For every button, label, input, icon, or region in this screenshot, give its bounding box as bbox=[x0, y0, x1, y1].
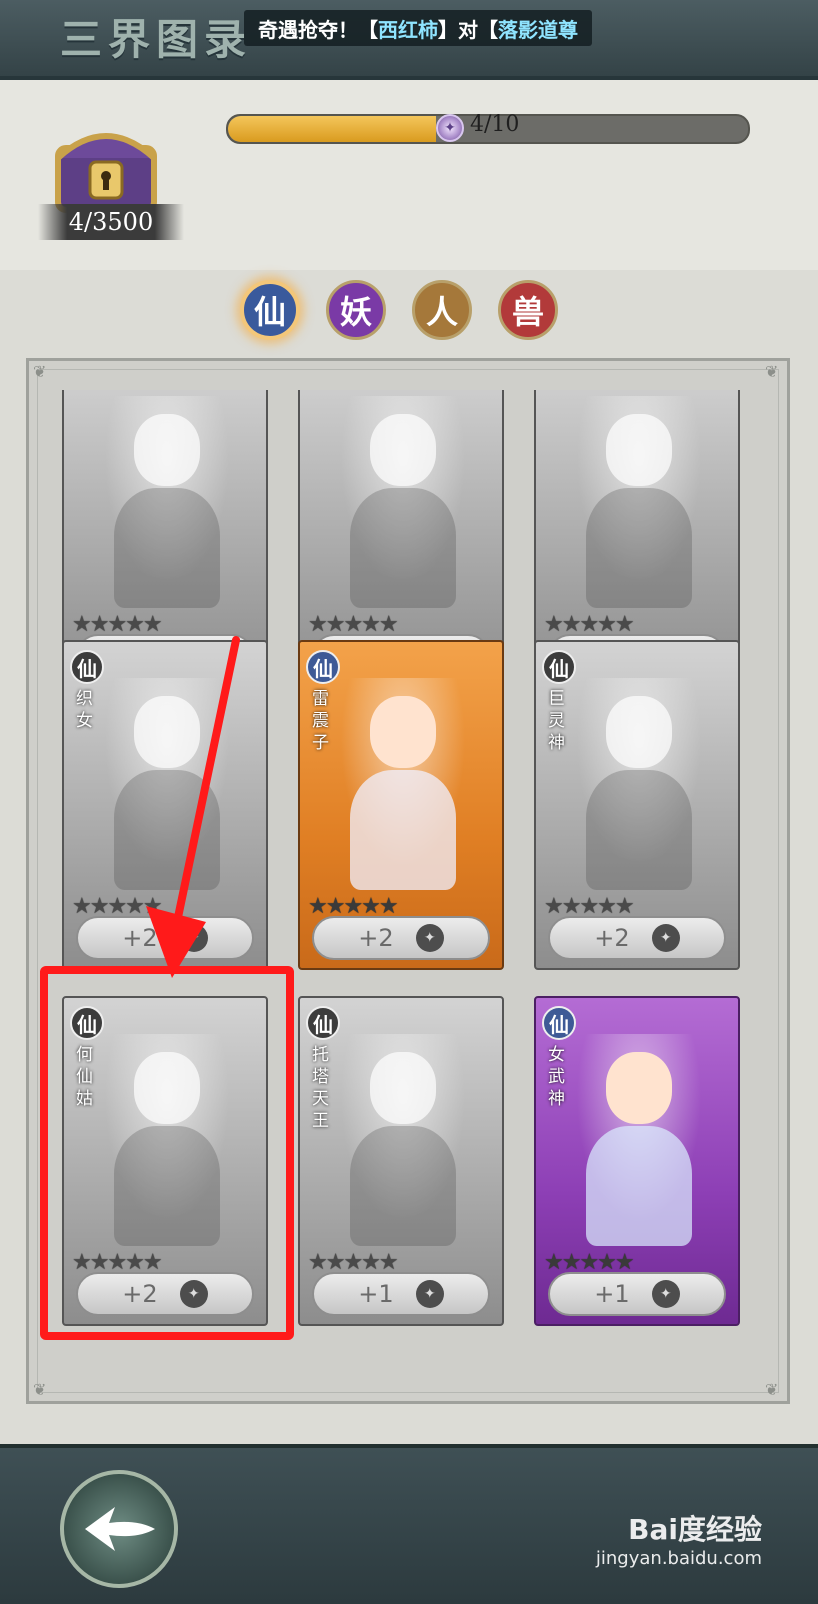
hero-card[interactable]: 仙女武神 ★★★★★ +1 ✦ bbox=[534, 996, 740, 1326]
watermark-brand: Bai度经验 bbox=[628, 1513, 762, 1546]
hero-portrait bbox=[330, 1034, 476, 1246]
hero-body bbox=[114, 488, 220, 608]
bonus-value: +2 bbox=[358, 924, 394, 952]
hero-head bbox=[370, 696, 436, 768]
bonus-plate: +2 ✦ bbox=[312, 916, 490, 960]
hero-head bbox=[370, 414, 436, 486]
bottom-bar: Bai度经验 jingyan.baidu.com bbox=[0, 1444, 818, 1604]
hero-body bbox=[350, 488, 456, 608]
highlight-box bbox=[40, 966, 294, 1340]
hero-portrait bbox=[94, 396, 240, 608]
hero-card[interactable]: 仙雷震子 ★★★★★ +2 ✦ bbox=[298, 640, 504, 970]
bonus-plate: +1 ✦ bbox=[548, 1272, 726, 1316]
hero-head bbox=[134, 696, 200, 768]
baidu-watermark: Bai度经验 jingyan.baidu.com bbox=[596, 1508, 762, 1569]
star-coin-icon: ✦ bbox=[651, 1280, 680, 1308]
hero-card[interactable]: 仙托塔天王 ★★★★★ +1 ✦ bbox=[298, 996, 504, 1326]
star-coin-icon: ✦ bbox=[415, 1280, 444, 1308]
corner-ornament-icon: ❦ bbox=[765, 1380, 779, 1399]
back-button[interactable] bbox=[60, 1470, 178, 1588]
ticker-defender: 落影道尊 bbox=[498, 17, 578, 42]
hero-body bbox=[350, 770, 456, 890]
collection-header: 4/3500 ✦ 4/10 bbox=[0, 80, 818, 270]
ticker-prefix: 奇遇抢夺！【 bbox=[258, 17, 378, 42]
bonus-value: +2 bbox=[594, 924, 630, 952]
faction-badge: 仙 bbox=[542, 1006, 576, 1040]
tab-category[interactable]: 仙 bbox=[240, 280, 300, 340]
bonus-plate: +2 ✦ bbox=[548, 916, 726, 960]
chest-count: 4/3500 bbox=[38, 204, 184, 240]
event-ticker: 奇遇抢夺！【 西红柿 】对【 落影道尊 bbox=[244, 10, 592, 46]
hero-card[interactable]: 仙织女 ★★★★★ +2 ✦ bbox=[62, 640, 268, 970]
faction-badge: 仙 bbox=[70, 650, 104, 684]
bonus-plate: +2 ✦ bbox=[76, 916, 254, 960]
hero-portrait bbox=[330, 396, 476, 608]
faction-badge: 仙 bbox=[306, 650, 340, 684]
bonus-plate: +1 ✦ bbox=[312, 1272, 490, 1316]
tab-category[interactable]: 兽 bbox=[498, 280, 558, 340]
bonus-value: +2 bbox=[122, 924, 158, 952]
hero-card[interactable]: 仙巨灵神 ★★★★★ +2 ✦ bbox=[534, 640, 740, 970]
treasure-chest-icon[interactable] bbox=[52, 118, 160, 218]
progress-fill bbox=[228, 116, 436, 142]
hero-name: 托塔天王 bbox=[312, 1045, 329, 1131]
bonus-value: +1 bbox=[594, 1280, 630, 1308]
hero-portrait bbox=[566, 396, 712, 608]
category-tabs: 仙妖人兽 bbox=[240, 280, 580, 346]
hero-portrait bbox=[566, 1034, 712, 1246]
corner-ornament-icon: ❦ bbox=[765, 362, 779, 381]
hero-head bbox=[606, 1052, 672, 1124]
hero-body bbox=[586, 488, 692, 608]
ticker-middle: 】对【 bbox=[438, 17, 498, 42]
tab-category[interactable]: 人 bbox=[412, 280, 472, 340]
star-coin-icon: ✦ bbox=[179, 924, 208, 952]
hero-head bbox=[606, 696, 672, 768]
tab-category[interactable]: 妖 bbox=[326, 280, 386, 340]
hero-body bbox=[586, 770, 692, 890]
hero-body bbox=[586, 1126, 692, 1246]
hero-head bbox=[134, 414, 200, 486]
star-coin-icon: ✦ bbox=[415, 924, 444, 952]
hero-name: 女武神 bbox=[548, 1045, 565, 1109]
hero-head bbox=[370, 1052, 436, 1124]
ticker-attacker: 西红柿 bbox=[378, 17, 438, 42]
hero-portrait bbox=[330, 678, 476, 890]
faction-badge: 仙 bbox=[306, 1006, 340, 1040]
hero-body bbox=[114, 770, 220, 890]
hero-name: 雷震子 bbox=[312, 689, 329, 753]
watermark-url: jingyan.baidu.com bbox=[595, 1548, 762, 1569]
bonus-value: +1 bbox=[358, 1280, 394, 1308]
hero-name: 巨灵神 bbox=[548, 689, 565, 753]
hero-body bbox=[350, 1126, 456, 1246]
corner-ornament-icon: ❦ bbox=[33, 362, 47, 381]
faction-badge: 仙 bbox=[542, 650, 576, 684]
back-arrow-icon bbox=[85, 1507, 155, 1551]
hero-head bbox=[606, 414, 672, 486]
page-title: 三界图录 bbox=[60, 15, 253, 64]
progress-text: 4/10 bbox=[470, 112, 520, 137]
top-bar: 三界图录 奇遇抢夺！【 西红柿 】对【 落影道尊 bbox=[0, 0, 818, 80]
star-coin-icon: ✦ bbox=[651, 924, 680, 952]
hero-portrait bbox=[94, 678, 240, 890]
hero-portrait bbox=[566, 678, 712, 890]
corner-ornament-icon: ❦ bbox=[33, 1380, 47, 1399]
hero-name: 织女 bbox=[76, 689, 93, 731]
star-coin-icon: ✦ bbox=[436, 114, 464, 142]
